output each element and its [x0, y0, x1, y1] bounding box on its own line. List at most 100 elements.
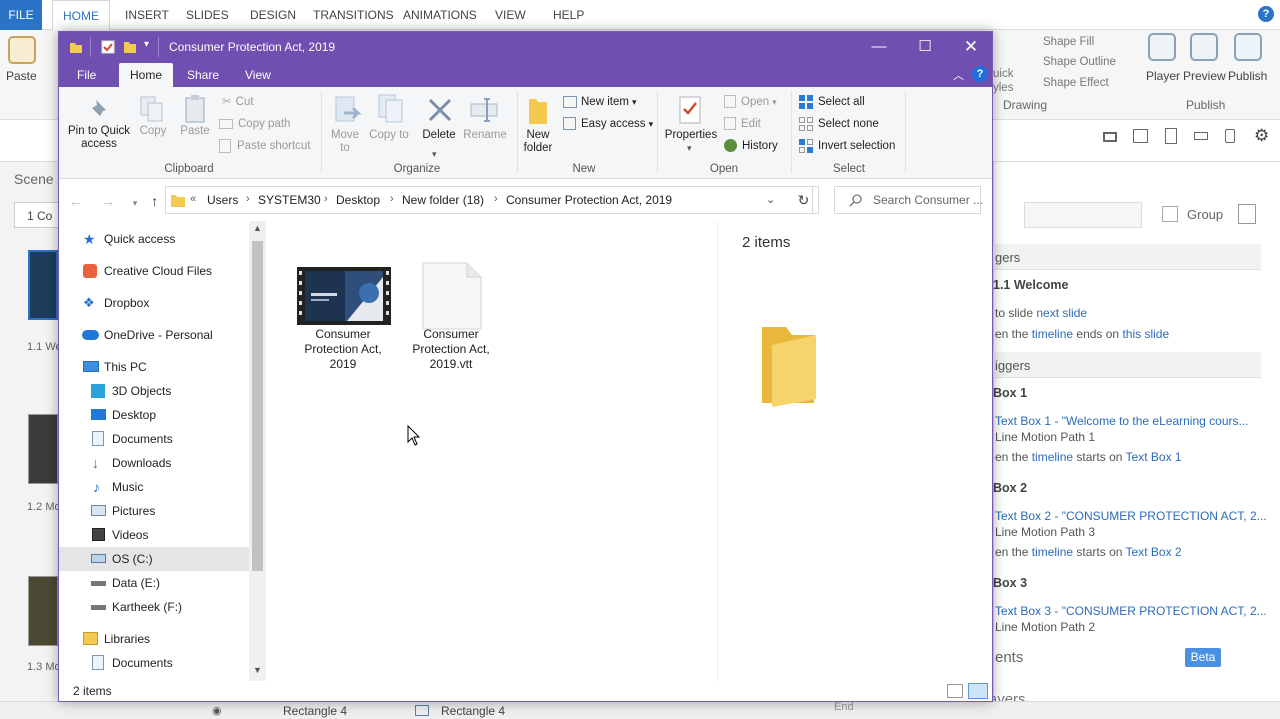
properties-icon[interactable] [101, 40, 115, 54]
help-icon[interactable]: ? [972, 66, 988, 82]
window-icon[interactable] [1238, 204, 1256, 224]
forward-arrow-icon[interactable]: → [101, 193, 115, 209]
bg-tab-help[interactable]: HELP [543, 0, 594, 30]
help-icon[interactable]: ? [1258, 6, 1274, 22]
back-arrow-icon[interactable]: ← [69, 193, 83, 209]
file-item-video[interactable]: Consumer Protection Act, 2019 [289, 261, 391, 411]
tab-file[interactable]: File [67, 63, 106, 87]
paste-button[interactable]: Paste [177, 125, 213, 138]
slide-thumbnail[interactable] [28, 414, 58, 484]
nav-3d-objects[interactable]: 3D Objects [59, 379, 249, 403]
delete-button[interactable]: Delete [419, 129, 459, 142]
player-icon[interactable] [1148, 33, 1176, 61]
preview-icon[interactable] [1190, 33, 1218, 61]
address-bar[interactable]: « Users › SYSTEM30 › Desktop › New folde… [165, 186, 813, 214]
nav-creative-cloud[interactable]: Creative Cloud Files [59, 259, 249, 283]
search-input[interactable]: Search Consumer ... [834, 186, 983, 214]
open-button[interactable]: Open ▾ [724, 95, 777, 109]
scene-dropdown[interactable]: 1 Co [14, 202, 60, 228]
breadcrumb-current[interactable]: Consumer Protection Act, 2019 [506, 193, 672, 207]
up-arrow-icon[interactable]: ↑ [151, 193, 158, 209]
paste-shortcut-button[interactable]: Paste shortcut [219, 139, 311, 153]
bg-tab-insert[interactable]: INSERT [115, 0, 179, 30]
paste-icon[interactable] [8, 36, 36, 64]
maximize-button[interactable]: ☐ [902, 32, 948, 63]
navigation-scrollbar[interactable]: ▲ ▼ [249, 221, 266, 681]
nav-dropbox[interactable]: ❖ Dropbox [59, 291, 249, 315]
chevron-right-icon[interactable]: › [390, 193, 394, 205]
chevron-right-icon[interactable]: › [246, 193, 250, 205]
chevron-right-icon[interactable]: › [494, 193, 498, 205]
details-view-icon[interactable] [947, 684, 963, 698]
nav-kartheek-f[interactable]: Kartheek (F:) [59, 595, 249, 619]
nav-onedrive[interactable]: OneDrive - Personal [59, 323, 249, 347]
tab-view[interactable]: View [235, 63, 281, 87]
preview-label[interactable]: Preview [1183, 69, 1226, 83]
bg-tab-home[interactable]: HOME [52, 0, 110, 31]
layout-icon[interactable] [1103, 132, 1117, 142]
pin-to-quick-access-button[interactable]: Pin to Quick access [63, 125, 135, 151]
timeline-link[interactable]: timeline [1032, 327, 1073, 341]
chevron-up-icon[interactable]: ︿ [953, 67, 964, 83]
breadcrumb-new-folder[interactable]: New folder (18) [402, 193, 484, 207]
bg-tab-view[interactable]: VIEW [485, 0, 536, 30]
nav-libraries[interactable]: Libraries [59, 627, 249, 651]
publish-label[interactable]: Publish [1228, 69, 1267, 83]
breadcrumb-desktop[interactable]: Desktop [336, 193, 380, 207]
move-to-button[interactable]: Move to [325, 129, 365, 155]
nav-downloads[interactable]: ↓ Downloads [59, 451, 249, 475]
shape-effect-button[interactable]: Shape Effect [1043, 77, 1109, 89]
invert-selection-button[interactable]: Invert selection [799, 139, 895, 153]
scroll-up-icon[interactable]: ▲ [253, 223, 262, 233]
group-checkbox[interactable] [1162, 206, 1178, 222]
select-none-button[interactable]: Select none [799, 117, 879, 131]
box1-trigger-link[interactable]: Text Box 1 - "Welcome to the eLearning c… [995, 414, 1249, 428]
large-icons-view-icon[interactable] [968, 683, 988, 699]
scrollbar-thumb[interactable] [252, 241, 263, 571]
publish-icon[interactable] [1234, 33, 1262, 61]
box3-trigger-link[interactable]: Text Box 3 - "CONSUMER PROTECTION ACT, 2… [995, 604, 1267, 618]
layout-icon[interactable] [1165, 128, 1177, 144]
select-all-button[interactable]: Select all [799, 95, 865, 109]
nav-quick-access[interactable]: ★ Quick access [59, 227, 249, 251]
properties-button[interactable]: Properties [663, 129, 719, 142]
box2-trigger-link[interactable]: Text Box 2 - "CONSUMER PROTECTION ACT, 2… [995, 509, 1267, 523]
nav-pictures[interactable]: Pictures [59, 499, 249, 523]
player-label[interactable]: Player [1146, 69, 1180, 83]
easy-access-button[interactable]: Easy access ▾ [563, 117, 653, 131]
title-bar[interactable]: ▾ Consumer Protection Act, 2019 — ☐ ✕ [59, 32, 992, 63]
edit-button[interactable]: Edit [724, 117, 761, 131]
overflow-chevron-icon[interactable]: « [190, 193, 196, 205]
copy-path-button[interactable]: Copy path [219, 117, 290, 131]
file-item-vtt[interactable]: Consumer Protection Act, 2019.vtt [397, 261, 497, 411]
shape-outline-button[interactable]: Shape Outline [1043, 56, 1116, 68]
new-item-button[interactable]: New item ▾ [563, 95, 636, 109]
copy-button[interactable]: Copy [135, 125, 171, 138]
bg-tab-design[interactable]: DESIGN [240, 0, 306, 30]
cut-button[interactable]: ✂ Cut [222, 95, 254, 109]
phone-icon[interactable] [1225, 129, 1235, 143]
tab-share[interactable]: Share [177, 63, 229, 87]
object-toolbar[interactable] [1024, 202, 1142, 228]
minimize-button[interactable]: — [856, 32, 902, 63]
nav-data-e[interactable]: Data (E:) [59, 571, 249, 595]
eye-icon[interactable]: ◉ [212, 704, 222, 717]
bg-paste-label[interactable]: Paste [6, 69, 37, 83]
copy-to-button[interactable]: Copy to [369, 129, 409, 142]
rename-button[interactable]: Rename [461, 129, 509, 142]
slide-thumbnail[interactable] [28, 250, 58, 320]
scroll-down-icon[interactable]: ▼ [253, 665, 262, 675]
new-folder-icon[interactable] [123, 40, 137, 54]
recent-chevron-icon[interactable]: ▾ [133, 198, 138, 208]
layout-icon[interactable] [1133, 129, 1148, 143]
next-slide-link[interactable]: next slide [1036, 306, 1087, 320]
nav-desktop[interactable]: Desktop [59, 403, 249, 427]
new-folder-button[interactable]: New folder [519, 129, 557, 155]
bg-tab-file[interactable]: FILE [0, 0, 42, 30]
chevron-down-icon[interactable]: ▾ [687, 143, 692, 154]
breadcrumb-users[interactable]: Users [207, 193, 238, 207]
layout-icon[interactable] [1194, 132, 1208, 140]
nav-documents[interactable]: Documents [59, 427, 249, 451]
shape-fill-button[interactable]: Shape Fill [1043, 36, 1094, 48]
nav-os-c[interactable]: OS (C:) [59, 547, 249, 571]
